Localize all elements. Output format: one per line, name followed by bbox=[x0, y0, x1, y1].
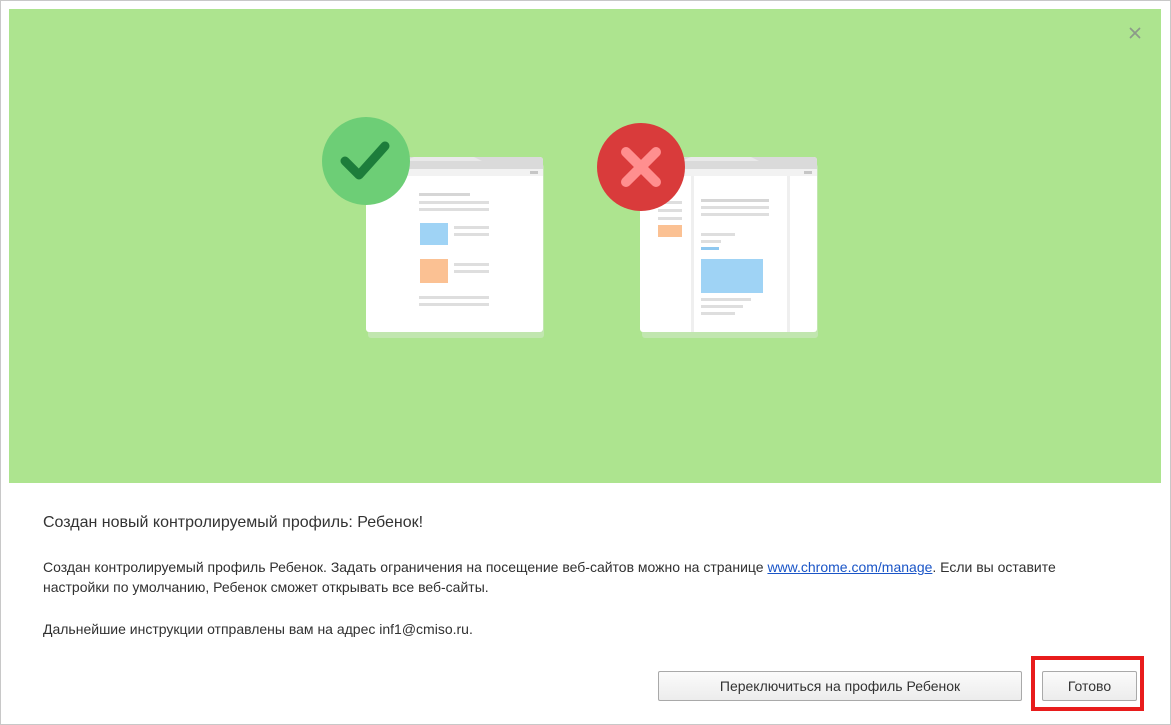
body-text-before-link: Создан контролируемый профиль Ребенок. З… bbox=[43, 559, 768, 575]
dialog-body-text: Создан контролируемый профиль Ребенок. З… bbox=[43, 557, 1123, 597]
profile-created-dialog: Создан новый контролируемый профиль: Реб… bbox=[0, 0, 1171, 725]
switch-profile-button[interactable]: Переключиться на профиль Ребенок bbox=[658, 671, 1022, 701]
dialog-heading: Создан новый контролируемый профиль: Реб… bbox=[43, 514, 424, 531]
dialog-content: Создан новый контролируемый профиль: Реб… bbox=[43, 511, 1123, 639]
illustration bbox=[322, 117, 818, 338]
hero-illustration-area bbox=[9, 9, 1161, 483]
manage-link[interactable]: www.chrome.com/manage bbox=[767, 559, 932, 575]
done-button-highlight bbox=[1031, 656, 1144, 711]
x-circle-icon bbox=[597, 123, 685, 211]
instructions-text: Дальнейшие инструкции отправлены вам на … bbox=[43, 621, 473, 637]
check-circle-icon bbox=[322, 117, 410, 205]
